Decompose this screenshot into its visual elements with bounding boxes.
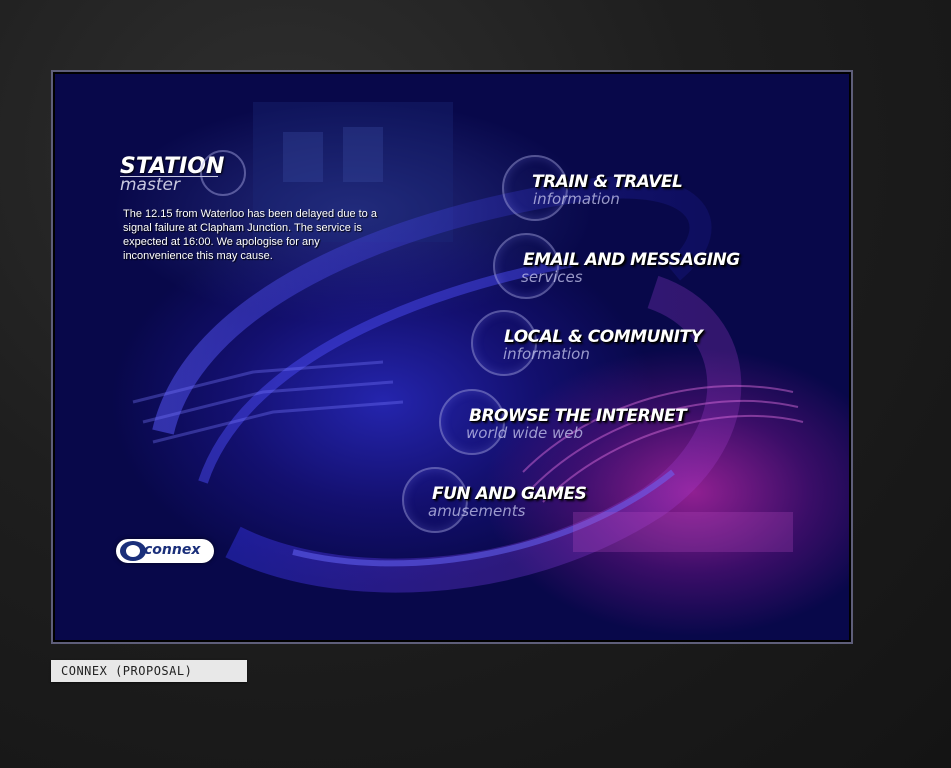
- menu-item-title: BROWSE THE INTERNET: [469, 406, 687, 426]
- connex-logo: connex: [116, 539, 214, 563]
- kiosk-screen: STATION master The 12.15 from Waterloo h…: [53, 72, 851, 642]
- menu-item-subtitle: world wide web: [466, 424, 584, 442]
- brand-ring-icon: [200, 150, 246, 196]
- menu-item-subtitle: information: [503, 345, 590, 363]
- menu-item-title: LOCAL & COMMUNITY: [504, 327, 703, 347]
- menu-item-fun-games[interactable]: FUN AND GAMES amusements: [400, 467, 660, 533]
- menu-item-train-travel[interactable]: TRAIN & TRAVEL information: [500, 155, 760, 221]
- menu-item-subtitle: services: [521, 268, 583, 286]
- menu-item-email-messaging[interactable]: EMAIL AND MESSAGING services: [491, 233, 791, 299]
- station-master-brand: STATION master: [120, 150, 246, 196]
- menu-item-local-community[interactable]: LOCAL & COMMUNITY information: [469, 310, 769, 376]
- logo-text: connex: [144, 542, 201, 558]
- menu-item-title: EMAIL AND MESSAGING: [523, 250, 740, 270]
- menu-item-title: TRAIN & TRAVEL: [532, 172, 683, 192]
- menu-item-subtitle: information: [533, 190, 620, 208]
- proposal-caption: CONNEX (PROPOSAL): [51, 660, 247, 682]
- service-notice: The 12.15 from Waterloo has been delayed…: [123, 208, 377, 262]
- menu-item-subtitle: amusements: [428, 502, 526, 520]
- photo-frame: STATION master The 12.15 from Waterloo h…: [0, 0, 951, 768]
- menu-item-title: FUN AND GAMES: [432, 484, 587, 504]
- connex-swirl-icon: [120, 541, 146, 561]
- menu-item-browse-internet[interactable]: BROWSE THE INTERNET world wide web: [437, 389, 737, 455]
